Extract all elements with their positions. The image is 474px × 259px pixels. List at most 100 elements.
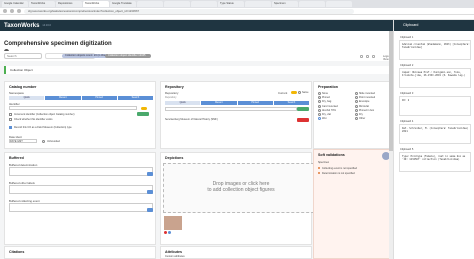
taxonworks-logo[interactable]: TaxonWorks bbox=[4, 23, 39, 29]
browser-tab-active[interactable]: TaxonWorks bbox=[83, 1, 109, 7]
increment-checkbox[interactable] bbox=[9, 113, 12, 116]
preparation-radio[interactable] bbox=[318, 92, 321, 95]
browser-tab[interactable]: TaxonWorks bbox=[29, 1, 55, 7]
buffered-other-labels-add[interactable] bbox=[147, 190, 153, 194]
collection-object-bar: Collection Object bbox=[4, 66, 393, 74]
panel-title: Citations bbox=[9, 250, 25, 254]
browser-tab[interactable] bbox=[164, 1, 190, 7]
exists-checkbox[interactable] bbox=[9, 118, 12, 121]
save-icon[interactable] bbox=[372, 55, 375, 58]
tab-recent[interactable]: Recent bbox=[201, 101, 237, 105]
clipboard-header: Clipboard bbox=[394, 20, 474, 31]
preparation-radio[interactable] bbox=[355, 96, 358, 100]
buffered-collecting-event-input[interactable] bbox=[9, 203, 153, 212]
clipboard-slot[interactable]: Clipboard 5 Type: Holotype (Female), rest… bbox=[399, 148, 471, 172]
unbounded-radio[interactable] bbox=[42, 139, 45, 143]
clipboard-slot[interactable]: Clipboard 2 Japan: Okinawa Pref.: Kunigam… bbox=[399, 64, 471, 88]
clipboard-slot[interactable]: Clipboard 3 ID: 2 bbox=[399, 92, 471, 116]
panel-title: Catalog number bbox=[9, 85, 37, 89]
preparation-radio[interactable] bbox=[355, 113, 358, 116]
preparation-radio[interactable] bbox=[355, 108, 358, 112]
panel-title: Depictions bbox=[165, 156, 184, 160]
type-checkbox[interactable] bbox=[9, 126, 12, 129]
tab-pinned[interactable]: Pinned bbox=[237, 101, 273, 105]
url-field[interactable]: sfg.taxonworks.org/tasks/accessions/comp… bbox=[24, 8, 354, 14]
preparation-radio[interactable] bbox=[318, 108, 321, 112]
panel-title: Repository bbox=[165, 85, 184, 89]
clipboard-slot[interactable]: Clipboard 1 Adelium cruentum (Wiedemann, … bbox=[399, 36, 471, 60]
remove-repository-button[interactable] bbox=[297, 118, 309, 122]
repository-add-button[interactable] bbox=[297, 107, 309, 111]
preparation-radio[interactable] bbox=[355, 104, 358, 108]
browser-tab[interactable]: Type Status bbox=[218, 1, 244, 7]
type-label: Record this CO as a Field Museum (Collec… bbox=[14, 126, 72, 129]
preparation-option-label: Dry, bag bbox=[322, 100, 332, 104]
browser-tab[interactable] bbox=[191, 1, 217, 7]
preparation-option-label: Envelope bbox=[359, 100, 370, 104]
preparation-radio[interactable] bbox=[355, 117, 358, 121]
current-toggle[interactable] bbox=[291, 91, 297, 95]
browser-tab[interactable] bbox=[326, 1, 352, 7]
catalog-number-panel: Catalog number Namespace Quick Recent Pi… bbox=[4, 81, 156, 149]
preparation-radio[interactable] bbox=[318, 113, 321, 116]
repository-input[interactable] bbox=[165, 107, 297, 111]
same-radio[interactable] bbox=[298, 91, 301, 94]
clipboard-slot-text: Japan: Okinawa Pref.: Kunigami-son, Yona… bbox=[402, 71, 466, 78]
co-identifier-pill: Collection object identifier 12345 bbox=[105, 54, 151, 58]
tab-quick[interactable]: Quick bbox=[165, 101, 201, 105]
soft-validations-panel: Soft validations Specimen Collecting eve… bbox=[313, 149, 393, 259]
browser-tab[interactable] bbox=[299, 1, 325, 7]
tab-search[interactable]: Search bbox=[273, 101, 309, 105]
preparation-radio[interactable] bbox=[318, 100, 321, 104]
buffered-determination-add[interactable] bbox=[147, 172, 153, 176]
browser-tab[interactable]: Google Translate bbox=[110, 1, 136, 7]
save-identifier-button[interactable] bbox=[137, 112, 149, 116]
lock-toggle[interactable] bbox=[141, 106, 147, 110]
app-navbar: TaxonWorks v0.16.0 bbox=[0, 20, 393, 31]
browser-tab[interactable]: Repositories bbox=[56, 1, 82, 7]
panel-title: Attributes bbox=[165, 250, 182, 254]
preparation-option-label: Wet bbox=[322, 117, 327, 121]
reload-icon[interactable] bbox=[17, 9, 21, 13]
browser-tab[interactable] bbox=[245, 1, 271, 7]
tab-pinned[interactable]: Pinned bbox=[81, 96, 117, 100]
preparation-radio[interactable] bbox=[355, 100, 358, 104]
edit-depiction-icon[interactable] bbox=[168, 231, 171, 234]
preparation-radio[interactable] bbox=[318, 96, 321, 100]
dropzone-text: Drop images or click here to add collect… bbox=[164, 181, 318, 193]
tab-recent[interactable]: Recent bbox=[45, 96, 81, 100]
clipboard-slot-label: Clipboard 2 bbox=[400, 64, 414, 67]
reset-icon[interactable] bbox=[366, 55, 369, 58]
repository-panel: Repository Repository Current Same Repos… bbox=[160, 81, 312, 149]
image-dropzone[interactable]: Drop images or click here to add collect… bbox=[163, 163, 319, 213]
preparation-radio[interactable] bbox=[318, 104, 321, 108]
search-input[interactable]: Search bbox=[4, 53, 42, 59]
tab-quick[interactable]: Quick bbox=[9, 96, 45, 100]
citations-panel: Citations bbox=[4, 246, 156, 259]
soft-validation-item[interactable]: Determination is not specified bbox=[322, 172, 355, 175]
browser-tab[interactable]: Google Calendar bbox=[2, 1, 28, 7]
panel-title: Soft validations bbox=[318, 153, 345, 157]
buffered-other-labels-input[interactable] bbox=[9, 185, 153, 194]
preparation-option-label: Pinned in box bbox=[359, 108, 375, 112]
tab-search[interactable]: Search bbox=[117, 96, 153, 100]
soft-validation-item[interactable]: Collecting event is not specified bbox=[322, 167, 357, 170]
preparation-radio[interactable] bbox=[355, 92, 358, 95]
identifier-input[interactable] bbox=[9, 106, 137, 110]
preparation-option-label: Slide mounted bbox=[359, 92, 375, 95]
settings-icon[interactable] bbox=[360, 55, 363, 58]
delete-depiction-icon[interactable] bbox=[164, 231, 167, 234]
custom-attributes-label: Custom attributes bbox=[165, 255, 185, 258]
preparation-option-label: Other bbox=[359, 117, 366, 121]
date-value: DATE GMT bbox=[10, 139, 23, 143]
buffered-determination-input[interactable] bbox=[9, 167, 153, 176]
depiction-thumbnail[interactable] bbox=[164, 216, 182, 230]
buffered-collecting-event-add[interactable] bbox=[147, 208, 153, 212]
back-icon[interactable] bbox=[3, 9, 7, 13]
forward-icon[interactable] bbox=[10, 9, 14, 13]
browser-tab[interactable]: Specimen bbox=[272, 1, 298, 7]
preparation-radio[interactable] bbox=[318, 117, 321, 121]
browser-tab[interactable] bbox=[137, 1, 163, 7]
clipboard-slot[interactable]: Clipboard 4 Det. Schreiber, M. (Coleopter… bbox=[399, 120, 471, 144]
preparation-option-label: Pinned bbox=[322, 96, 330, 100]
